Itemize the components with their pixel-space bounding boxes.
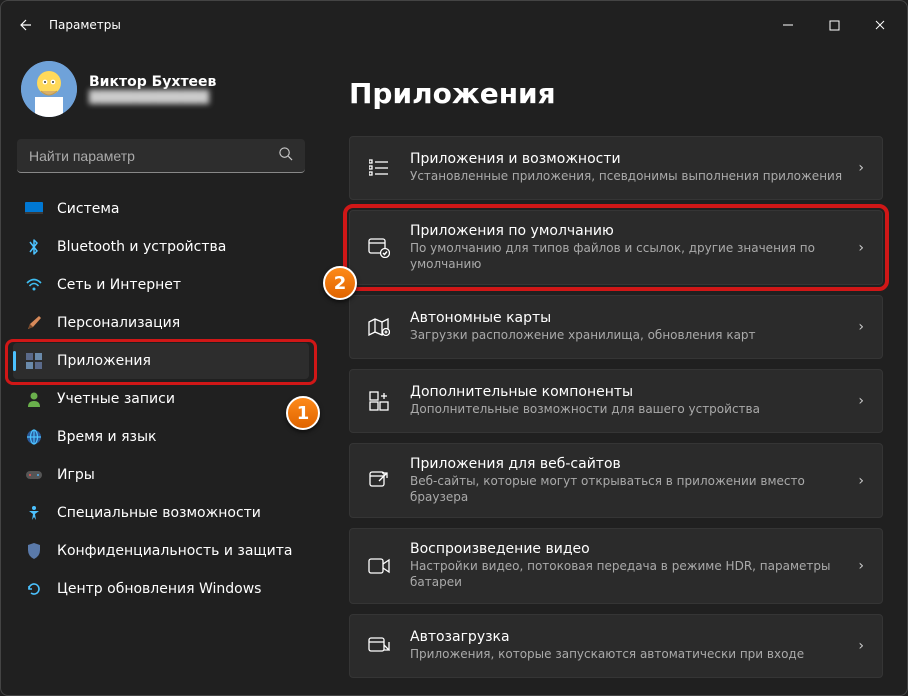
shield-icon (25, 542, 43, 560)
accessibility-icon (25, 504, 43, 522)
minimize-button[interactable] (765, 9, 811, 41)
nav-label: Специальные возможности (57, 505, 261, 521)
nav-list: Система Bluetooth и устройства Сеть и Ин… (13, 191, 309, 607)
avatar (21, 61, 77, 117)
card-video-playback[interactable]: Воспроизведение видео Настройки видео, по… (349, 528, 883, 603)
chevron-right-icon: › (858, 240, 864, 256)
add-feature-icon (366, 388, 392, 414)
globe-icon (25, 428, 43, 446)
wifi-icon (25, 276, 43, 294)
back-button[interactable] (5, 5, 45, 45)
card-startup[interactable]: Автозагрузка Приложения, которые запускаю… (349, 614, 883, 678)
sidebar-item-accessibility[interactable]: Специальные возможности (13, 495, 309, 531)
sidebar-item-network[interactable]: Сеть и Интернет (13, 267, 309, 303)
chevron-right-icon: › (858, 558, 864, 574)
person-icon (25, 390, 43, 408)
nav-label: Сеть и Интернет (57, 277, 181, 293)
profile-email: █████████████ (89, 90, 216, 104)
nav-label: Персонализация (57, 315, 180, 331)
sidebar-item-update[interactable]: Центр обновления Windows (13, 571, 309, 607)
search-box[interactable] (17, 139, 305, 173)
profile-block[interactable]: Виктор Бухтеев █████████████ (13, 53, 309, 133)
list-icon (366, 155, 392, 181)
chevron-right-icon: › (858, 160, 864, 176)
system-icon (25, 200, 43, 218)
card-subtitle: Установленные приложения, псевдонимы вып… (410, 169, 858, 185)
page-title: Приложения (349, 77, 883, 110)
card-title: Приложения и возможности (410, 151, 858, 167)
card-list: Приложения и возможности Установленные пр… (349, 136, 883, 678)
search-icon (278, 146, 293, 165)
nav-label: Конфиденциальность и защита (57, 543, 292, 559)
chevron-right-icon: › (858, 319, 864, 335)
sidebar-item-bluetooth[interactable]: Bluetooth и устройства (13, 229, 309, 265)
sidebar-item-system[interactable]: Система (13, 191, 309, 227)
nav-label: Центр обновления Windows (57, 581, 261, 597)
sidebar: Виктор Бухтеев █████████████ Система Blu… (1, 49, 321, 695)
search-input[interactable] (29, 148, 278, 164)
chevron-right-icon: › (858, 393, 864, 409)
card-title: Автономные карты (410, 310, 858, 326)
window-title: Параметры (49, 18, 121, 32)
sidebar-item-personalization[interactable]: Персонализация (13, 305, 309, 341)
main-panel: Приложения Приложения и возможности Устан… (321, 49, 907, 695)
nav-label: Приложения (57, 353, 151, 369)
annotation-marker-1: 1 (286, 396, 320, 430)
chevron-right-icon: › (858, 473, 864, 489)
nav-label: Учетные записи (57, 391, 175, 407)
startup-icon (366, 633, 392, 659)
card-title: Автозагрузка (410, 629, 858, 645)
video-icon (366, 553, 392, 579)
nav-label: Bluetooth и устройства (57, 239, 226, 255)
sidebar-item-apps[interactable]: Приложения (13, 343, 309, 379)
card-title: Приложения для веб-сайтов (410, 456, 858, 472)
apps-icon (25, 352, 43, 370)
card-optional-features[interactable]: Дополнительные компоненты Дополнительные … (349, 369, 883, 433)
maximize-button[interactable] (811, 9, 857, 41)
update-icon (25, 580, 43, 598)
card-title: Приложения по умолчанию (410, 223, 858, 239)
card-subtitle: Дополнительные возможности для вашего ус… (410, 402, 858, 418)
card-apps-features[interactable]: Приложения и возможности Установленные пр… (349, 136, 883, 200)
card-subtitle: По умолчанию для типов файлов и ссылок, … (410, 241, 858, 272)
chevron-right-icon: › (858, 638, 864, 654)
sidebar-item-privacy[interactable]: Конфиденциальность и защита (13, 533, 309, 569)
card-subtitle: Настройки видео, потоковая передача в ре… (410, 559, 858, 590)
card-offline-maps[interactable]: Автономные карты Загрузки расположение хр… (349, 295, 883, 359)
card-subtitle: Загрузки расположение хранилища, обновле… (410, 328, 858, 344)
sidebar-item-gaming[interactable]: Игры (13, 457, 309, 493)
card-subtitle: Веб-сайты, которые могут открываться в п… (410, 474, 858, 505)
profile-name: Виктор Бухтеев (89, 74, 216, 90)
card-apps-for-websites[interactable]: Приложения для веб-сайтов Веб-сайты, кото… (349, 443, 883, 518)
card-default-apps[interactable]: Приложения по умолчанию По умолчанию для … (349, 210, 883, 285)
titlebar: Параметры (1, 1, 907, 49)
map-icon (366, 314, 392, 340)
default-app-icon (366, 235, 392, 261)
window-controls (765, 9, 903, 41)
nav-label: Система (57, 201, 119, 217)
card-subtitle: Приложения, которые запускаются автомати… (410, 647, 858, 663)
sidebar-item-time[interactable]: Время и язык (13, 419, 309, 455)
gamepad-icon (25, 466, 43, 484)
sidebar-item-accounts[interactable]: Учетные записи (13, 381, 309, 417)
card-title: Дополнительные компоненты (410, 384, 858, 400)
nav-label: Игры (57, 467, 95, 483)
nav-label: Время и язык (57, 429, 156, 445)
card-title: Воспроизведение видео (410, 541, 858, 557)
close-button[interactable] (857, 9, 903, 41)
brush-icon (25, 314, 43, 332)
link-app-icon (366, 468, 392, 494)
settings-window: Параметры Виктор Бухтеев █████████████ (0, 0, 908, 696)
bluetooth-icon (25, 238, 43, 256)
annotation-marker-2: 2 (323, 266, 357, 300)
